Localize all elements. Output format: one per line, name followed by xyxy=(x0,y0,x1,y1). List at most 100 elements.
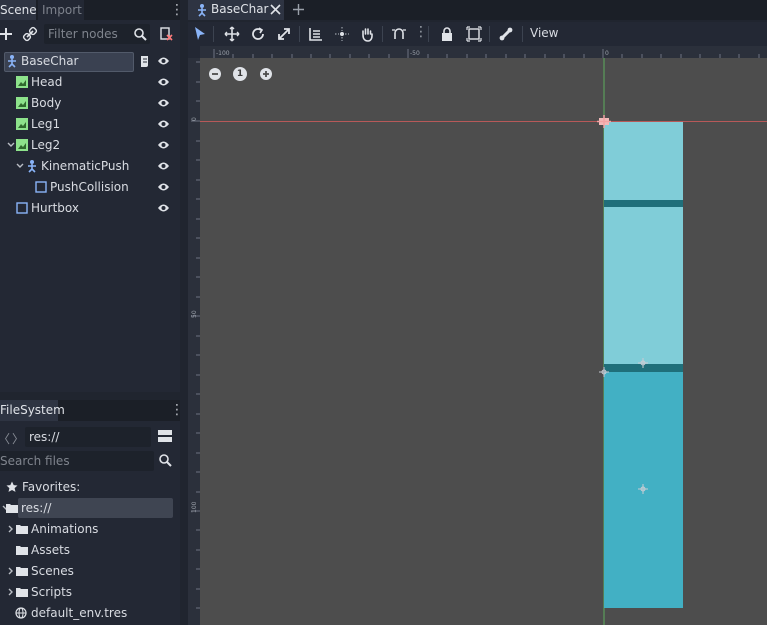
ruler-h-label: 0 xyxy=(605,50,609,57)
tree-row-basechar[interactable]: BaseChar xyxy=(0,51,180,72)
canvas-viewport[interactable]: -100 -50 0 0 50 100 1 xyxy=(188,46,767,625)
forward-arrow-icon[interactable]: 〉 xyxy=(12,430,24,447)
add-node-icon[interactable] xyxy=(0,26,14,42)
tab-import[interactable]: Import xyxy=(38,0,84,20)
chevron-right-icon[interactable] xyxy=(7,565,15,577)
tab-basechar[interactable]: BaseChar xyxy=(188,0,284,20)
kinematic-body-icon xyxy=(195,3,209,17)
view-menu[interactable]: View xyxy=(530,26,558,40)
folder-row-scenes[interactable]: Scenes xyxy=(0,561,180,582)
folder-icon xyxy=(16,566,28,576)
move-mode-icon[interactable] xyxy=(224,26,240,42)
scene-toolbar: Filter nodes xyxy=(0,22,180,46)
file-label: default_env.tres xyxy=(31,606,128,620)
list-select-icon[interactable] xyxy=(308,26,324,42)
scale-mode-icon[interactable] xyxy=(276,26,292,42)
sprite-icon xyxy=(16,118,28,130)
add-tab-icon[interactable] xyxy=(292,3,305,16)
folder-label: Animations xyxy=(31,522,99,536)
canvas-svg: -100 -50 0 0 50 100 xyxy=(188,46,767,625)
visibility-eye-icon[interactable] xyxy=(157,119,170,129)
pivot-mode-icon[interactable] xyxy=(334,26,350,42)
collision-area-icon xyxy=(16,202,28,214)
scene-tabs: BaseChar xyxy=(188,0,767,20)
folder-icon xyxy=(6,503,18,513)
visibility-eye-icon[interactable] xyxy=(157,77,170,87)
res-root-label: res:// xyxy=(21,501,52,515)
tree-row-kinematicpush[interactable]: KinematicPush xyxy=(0,156,180,177)
folder-icon xyxy=(16,524,28,534)
tree-label: Body xyxy=(31,96,62,110)
ruler-horizontal xyxy=(188,46,767,58)
favorites-row[interactable]: Favorites: xyxy=(0,477,180,498)
rotate-mode-icon[interactable] xyxy=(250,26,266,42)
tree-row-leg2[interactable]: Leg2 xyxy=(0,135,180,156)
close-icon[interactable] xyxy=(270,4,281,15)
star-icon xyxy=(6,481,18,493)
link-icon[interactable] xyxy=(22,26,38,42)
visibility-eye-icon[interactable] xyxy=(157,161,170,171)
visibility-eye-icon[interactable] xyxy=(157,203,170,213)
file-row-default-env[interactable]: default_env.tres xyxy=(0,603,180,624)
search-files-bar: Search files xyxy=(0,450,180,472)
back-arrow-icon[interactable]: 〈 xyxy=(0,430,10,447)
tree-label: Leg2 xyxy=(31,138,61,152)
folder-row-assets[interactable]: Assets xyxy=(0,540,180,561)
kinematic-body-icon xyxy=(25,159,39,173)
tree-label: KinematicPush xyxy=(41,159,130,173)
zoom-out-icon[interactable] xyxy=(208,67,222,81)
filesystem-tabs: FileSystem ⋮ xyxy=(0,400,184,421)
scene-dock-tabs: Scene Import ⋮ xyxy=(0,0,184,20)
folder-label: Assets xyxy=(31,543,71,557)
folder-label: Scripts xyxy=(31,585,73,599)
ruler-h-label: -100 xyxy=(216,50,230,57)
filesystem-menu-icon[interactable]: ⋮ xyxy=(170,402,184,418)
tree-label: BaseChar xyxy=(21,54,79,68)
snap-icon[interactable] xyxy=(391,26,407,42)
folder-icon xyxy=(16,545,28,555)
tab-scene[interactable]: Scene xyxy=(0,0,37,20)
res-root-row[interactable]: res:// xyxy=(0,498,180,519)
zoom-in-icon[interactable] xyxy=(259,67,273,81)
tree-row-pushcollision[interactable]: PushCollision xyxy=(0,177,180,198)
folder-row-animations[interactable]: Animations xyxy=(0,519,180,540)
select-mode-icon[interactable] xyxy=(193,26,207,42)
tree-row-leg1[interactable]: Leg1 xyxy=(0,114,180,135)
sprite-icon xyxy=(16,139,28,151)
tree-label: PushCollision xyxy=(50,180,129,194)
visibility-eye-icon[interactable] xyxy=(157,182,170,192)
tree-label: Hurtbox xyxy=(31,201,79,215)
group-icon[interactable] xyxy=(466,26,482,42)
search-files-input[interactable]: Search files xyxy=(0,451,154,471)
ruler-corner xyxy=(188,46,200,58)
pan-mode-icon[interactable] xyxy=(359,26,375,42)
body-sprite xyxy=(604,207,683,364)
visibility-eye-icon[interactable] xyxy=(157,56,170,66)
chevron-down-icon[interactable] xyxy=(15,160,25,172)
environment-globe-icon xyxy=(15,607,27,619)
tree-row-hurtbox[interactable]: Hurtbox xyxy=(0,198,180,219)
lock-icon[interactable] xyxy=(440,26,454,42)
folder-row-scripts[interactable]: Scripts xyxy=(0,582,180,603)
tab-filesystem[interactable]: FileSystem xyxy=(0,400,65,421)
chevron-down-icon[interactable] xyxy=(6,139,16,151)
ruler-v-label: 0 xyxy=(191,117,198,121)
scene-dock: Scene Import ⋮ Filter nodes BaseChar Hea… xyxy=(0,0,184,392)
split-view-icon[interactable] xyxy=(157,429,173,444)
ruler-h-label: -50 xyxy=(410,50,420,57)
path-input[interactable]: res:// xyxy=(25,427,151,447)
script-icon[interactable] xyxy=(158,26,174,42)
search-icon xyxy=(158,453,172,467)
tree-row-body[interactable]: Body xyxy=(0,93,180,114)
skeleton-bone-icon[interactable] xyxy=(498,26,514,42)
chevron-right-icon[interactable] xyxy=(7,523,15,535)
scene-dock-menu-icon[interactable]: ⋮ xyxy=(170,2,184,18)
tree-row-head[interactable]: Head xyxy=(0,72,180,93)
chevron-right-icon[interactable] xyxy=(7,586,15,598)
visibility-eye-icon[interactable] xyxy=(157,98,170,108)
sprite-icon xyxy=(16,76,28,88)
script-attached-icon[interactable] xyxy=(139,55,151,68)
snap-options-icon[interactable]: ⋮ xyxy=(414,24,428,40)
zoom-reset-button[interactable]: 1 xyxy=(233,67,247,81)
visibility-eye-icon[interactable] xyxy=(157,140,170,150)
